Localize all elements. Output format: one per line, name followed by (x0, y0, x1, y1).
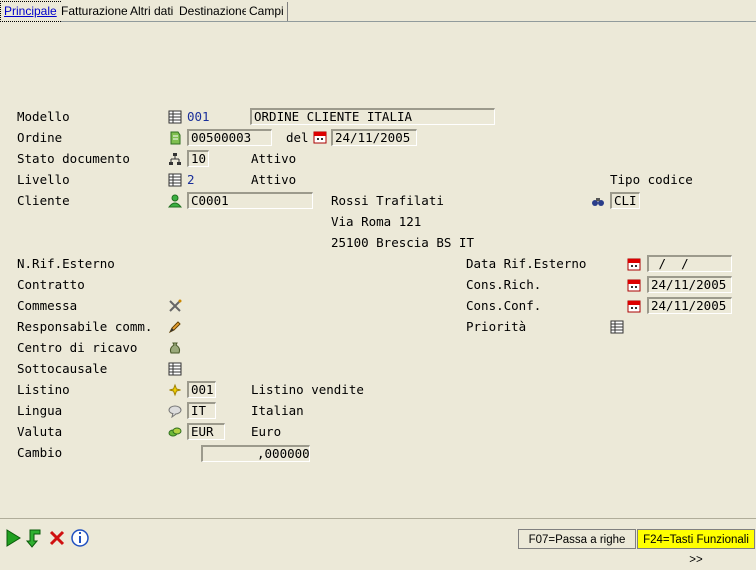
tab-principale[interactable]: Principale (0, 1, 61, 22)
valuta-desc: Euro (251, 424, 282, 439)
tab-bar: Principale Fatturazione Altri dati Desti… (0, 0, 756, 22)
lingua-code-field[interactable]: IT (187, 402, 216, 419)
calendar-icon[interactable] (627, 257, 641, 271)
label-commessa: Commessa (17, 298, 78, 313)
label-lingua: Lingua (17, 403, 63, 418)
ordine-number-field[interactable]: 00500003 (187, 129, 272, 146)
label-listino: Listino (17, 382, 70, 397)
label-centro-ricavo: Centro di ricavo (17, 340, 138, 355)
coins-icon[interactable] (168, 425, 182, 439)
cliente-address-line1: Via Roma 121 (331, 214, 422, 229)
data-rif-esterno-field[interactable]: / / (647, 255, 732, 272)
status-bar: F07=Passa a righe F24=Tasti Funzionali >… (0, 518, 756, 566)
modello-desc-field[interactable]: ORDINE CLIENTE ITALIA (250, 108, 495, 125)
tab-destinazione[interactable]: Destinazione (176, 2, 253, 21)
speech-icon[interactable] (168, 404, 182, 418)
label-sottocausale: Sottocausale (17, 361, 108, 376)
label-contratto: Contratto (17, 277, 85, 292)
label-data-rif-esterno: Data Rif.Esterno (466, 256, 587, 271)
return-arrow-icon[interactable] (24, 527, 44, 549)
f07-passa-righe-button[interactable]: F07=Passa a righe (518, 529, 636, 549)
listino-code-field[interactable]: 001 (187, 381, 216, 398)
cambio-value: ,000000 (257, 446, 310, 461)
info-icon[interactable] (70, 527, 90, 549)
table-icon[interactable] (168, 362, 182, 376)
label-ordine: Ordine (17, 130, 63, 145)
cliente-name: Rossi Trafilati (331, 193, 444, 208)
livello-desc: Attivo (251, 172, 297, 187)
tab-fatturazione[interactable]: Fatturazione (58, 2, 132, 21)
star-icon[interactable] (168, 383, 182, 397)
lingua-desc: Italian (251, 403, 304, 418)
binoculars-icon[interactable] (591, 194, 605, 208)
table-icon[interactable] (168, 110, 182, 124)
hierarchy-icon[interactable] (168, 152, 182, 166)
stato-desc: Attivo (251, 151, 297, 166)
play-icon[interactable] (3, 527, 23, 549)
stato-code-field[interactable]: 10 (187, 150, 209, 167)
cliente-code-field[interactable]: C0001 (187, 192, 313, 209)
tab-altri-dati[interactable]: Altri dati (127, 2, 178, 21)
label-modello: Modello (17, 109, 70, 124)
f24-tasti-funzionali-button[interactable]: F24=Tasti Funzionali >> (637, 529, 755, 566)
label-cambio: Cambio (17, 445, 63, 460)
modello-code[interactable]: 001 (187, 109, 210, 124)
user-icon[interactable] (168, 194, 182, 208)
cons-rich-field[interactable]: 24/11/2005 (647, 276, 732, 293)
cons-conf-field[interactable]: 24/11/2005 (647, 297, 732, 314)
label-responsabile: Responsabile comm. (17, 319, 153, 334)
tab-campi[interactable]: Campi (246, 2, 288, 21)
table-icon[interactable] (610, 320, 624, 334)
tipo-codice-field[interactable]: CLI (610, 192, 640, 209)
calendar-icon[interactable] (313, 130, 327, 144)
label-cliente: Cliente (17, 193, 70, 208)
label-cons-rich: Cons.Rich. (466, 277, 542, 292)
label-valuta: Valuta (17, 424, 63, 439)
valuta-code-field[interactable]: EUR (187, 423, 225, 440)
label-cons-conf: Cons.Conf. (466, 298, 542, 313)
label-priorita: Priorità (466, 319, 527, 334)
livello-code[interactable]: 2 (187, 172, 195, 187)
listino-desc: Listino vendite (251, 382, 364, 397)
tools-icon[interactable] (168, 299, 182, 313)
label-n-rif-esterno: N.Rif.Esterno (17, 256, 115, 271)
cambio-field[interactable]: ,000000 (201, 445, 310, 462)
label-del: del (286, 130, 309, 145)
label-livello: Livello (17, 172, 70, 187)
close-icon[interactable] (47, 527, 67, 549)
label-stato-documento: Stato documento (17, 151, 130, 166)
table-icon[interactable] (168, 173, 182, 187)
document-icon[interactable] (168, 131, 182, 145)
label-tipo-codice: Tipo codice (610, 172, 693, 187)
money-bag-icon[interactable] (168, 341, 182, 355)
calendar-icon[interactable] (627, 299, 641, 313)
calendar-icon[interactable] (627, 278, 641, 292)
pencil-icon[interactable] (168, 320, 182, 334)
ordine-date-field[interactable]: 24/11/2005 (331, 129, 417, 146)
cliente-address-line2: 25100 Brescia BS IT (331, 235, 474, 250)
